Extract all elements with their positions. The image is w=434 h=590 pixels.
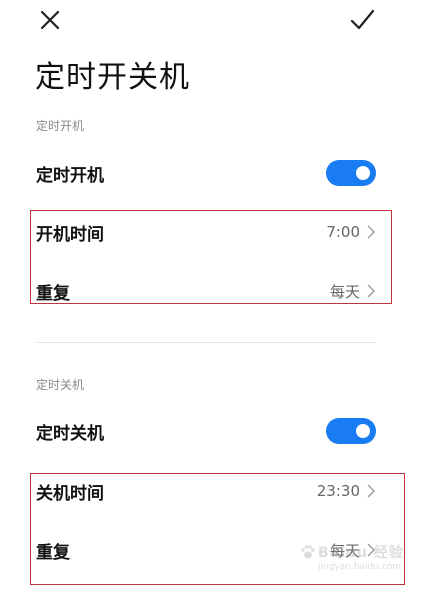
section-label-power-on: 定时开机 bbox=[36, 119, 85, 133]
close-icon[interactable] bbox=[36, 6, 64, 34]
power-off-toggle-row: 定时关机 bbox=[36, 411, 376, 451]
power-on-toggle-row: 定时开机 bbox=[36, 153, 376, 193]
watermark-subtext: jingyan.baidu.com bbox=[318, 562, 402, 572]
power-on-time-row[interactable]: 开机时间 7:00 bbox=[36, 212, 376, 252]
section-label-power-off: 定时关机 bbox=[36, 378, 85, 392]
toggle-knob bbox=[356, 166, 370, 180]
paw-icon bbox=[301, 545, 315, 559]
page-title: 定时开关机 bbox=[35, 60, 190, 95]
check-icon[interactable] bbox=[348, 6, 376, 34]
power-off-time-row[interactable]: 关机时间 23:30 bbox=[36, 471, 376, 511]
power-on-repeat-value-group: 每天 bbox=[330, 281, 376, 302]
power-on-time-value-group: 7:00 bbox=[326, 223, 376, 241]
power-off-time-value: 23:30 bbox=[316, 482, 360, 500]
power-off-time-label: 关机时间 bbox=[36, 483, 104, 504]
power-on-toggle[interactable] bbox=[326, 160, 376, 186]
power-on-time-label: 开机时间 bbox=[36, 224, 104, 245]
chevron-right-icon bbox=[367, 484, 375, 498]
toggle-knob bbox=[356, 424, 370, 438]
power-off-toggle-label: 定时关机 bbox=[36, 423, 104, 444]
power-off-repeat-label: 重复 bbox=[36, 542, 70, 563]
chevron-right-icon bbox=[367, 225, 375, 239]
chevron-right-icon bbox=[367, 284, 375, 298]
power-on-time-value: 7:00 bbox=[326, 223, 360, 241]
power-on-repeat-value: 每天 bbox=[329, 282, 360, 301]
power-off-time-value-group: 23:30 bbox=[317, 482, 376, 500]
power-on-repeat-row[interactable]: 重复 每天 bbox=[36, 271, 376, 311]
power-off-toggle[interactable] bbox=[326, 418, 376, 444]
power-on-repeat-label: 重复 bbox=[36, 283, 70, 304]
section-divider bbox=[36, 342, 376, 343]
watermark-text: Baidu 经验 bbox=[318, 545, 404, 561]
power-on-toggle-label: 定时开机 bbox=[36, 165, 104, 186]
baidu-watermark: Baidu 经验 jingyan.baidu.com bbox=[300, 540, 415, 580]
